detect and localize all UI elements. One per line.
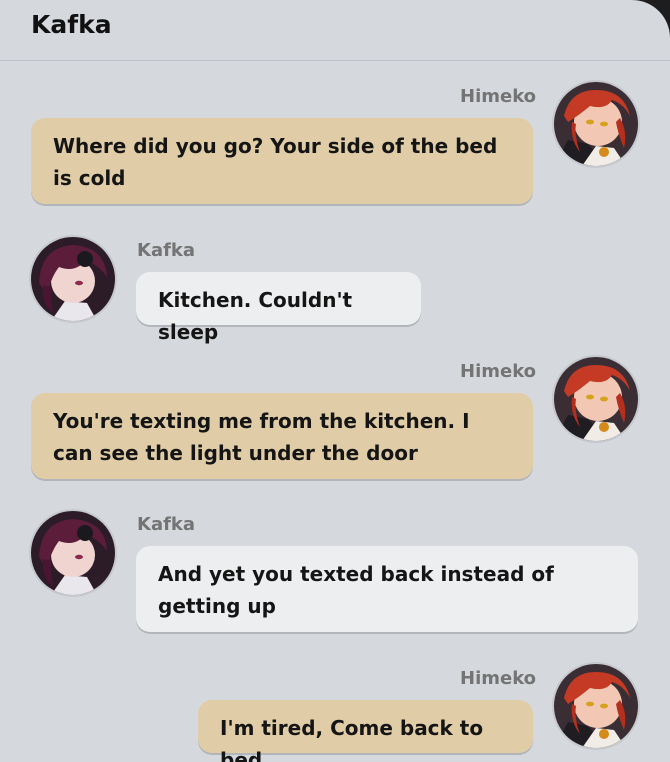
himeko-avatar-icon[interactable] bbox=[554, 357, 638, 441]
message-bubble[interactable]: You're texting me from the kitchen. I ca… bbox=[31, 393, 533, 479]
sender-name: Kafka bbox=[137, 240, 196, 261]
kafka-avatar-icon[interactable] bbox=[31, 237, 115, 321]
himeko-avatar-icon[interactable] bbox=[554, 664, 638, 748]
himeko-avatar-icon[interactable] bbox=[554, 82, 638, 166]
message-bubble[interactable]: And yet you texted back instead of getti… bbox=[136, 546, 638, 632]
sender-name: Himeko bbox=[460, 668, 537, 689]
chat-window: Kafka Himeko Where did you go? Your side… bbox=[0, 0, 670, 762]
chat-header: Kafka bbox=[0, 0, 670, 61]
message-bubble[interactable]: Kitchen. Couldn't sleep bbox=[136, 272, 421, 344]
sender-name: Kafka bbox=[137, 514, 196, 535]
sender-name: Himeko bbox=[460, 361, 537, 382]
sender-name: Himeko bbox=[460, 86, 537, 107]
message-bubble[interactable]: I'm tired, Come back to bed bbox=[198, 700, 533, 762]
kafka-avatar-icon[interactable] bbox=[31, 511, 115, 595]
chat-title: Kafka bbox=[31, 10, 112, 39]
message-bubble[interactable]: Where did you go? Your side of the bed i… bbox=[31, 118, 533, 204]
